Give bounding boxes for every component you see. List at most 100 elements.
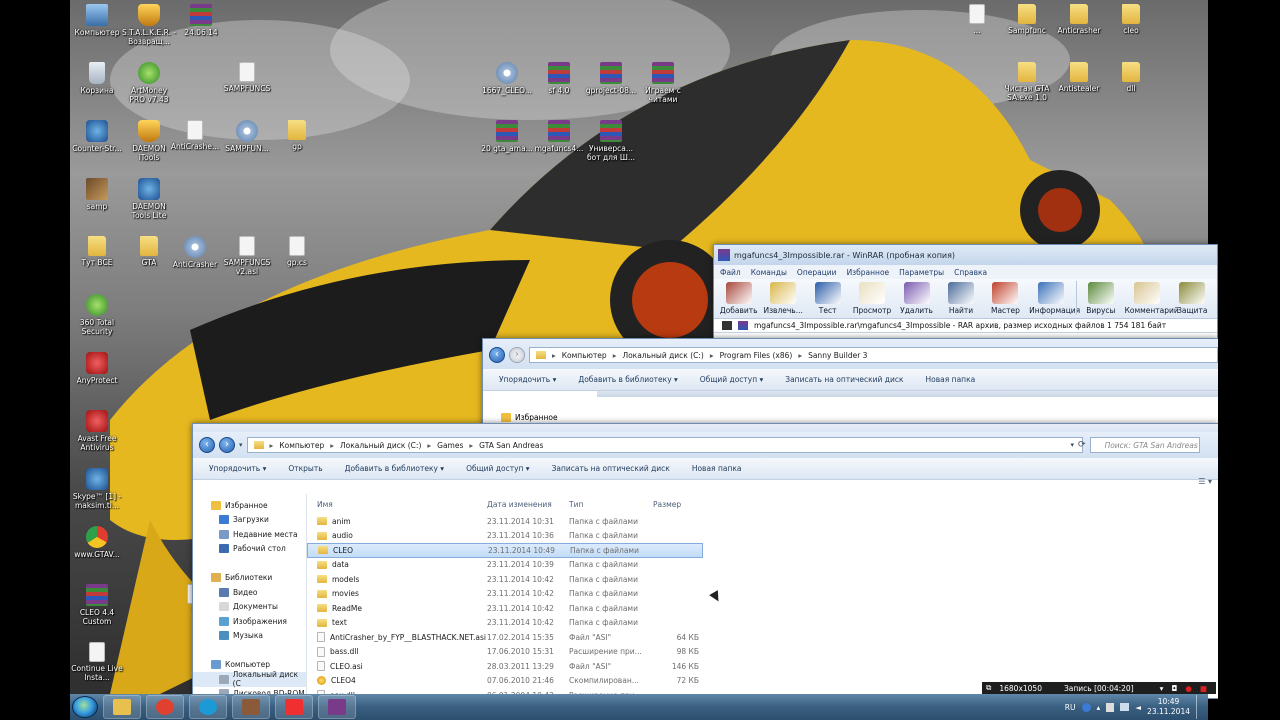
taskbar-button-winrar[interactable] xyxy=(318,695,356,719)
menu-item[interactable]: Справка xyxy=(954,268,987,277)
taskbar-button-explorer[interactable] xyxy=(103,695,141,719)
desktop-icon[interactable]: SAMPFUNCS xyxy=(220,62,274,93)
toolbar-button[interactable]: Вирусы xyxy=(1080,282,1121,315)
breadcrumb-item[interactable]: GTA San Andreas xyxy=(479,441,543,450)
menu-item[interactable]: Команды xyxy=(751,268,787,277)
desktop-icon[interactable]: CLEO 4.4 Custom xyxy=(70,584,124,626)
nav-item[interactable]: Локальный диск (С xyxy=(193,670,306,688)
desktop-icon[interactable]: samp xyxy=(70,178,124,211)
taskbar-button-yandex[interactable] xyxy=(275,695,313,719)
desktop-icon[interactable]: 1667_CLEO... xyxy=(480,62,534,95)
desktop-icon[interactable]: ArtMoney PRO v7.43 xyxy=(122,62,176,104)
camera-icon[interactable]: ◘ xyxy=(1171,684,1177,693)
breadcrumb-separator[interactable]: ▸ xyxy=(469,441,473,450)
command-button[interactable]: Новая папка xyxy=(692,464,742,473)
search-input[interactable]: Поиск: GTA San Andreas xyxy=(1089,437,1200,453)
command-button[interactable]: Новая папка xyxy=(926,375,976,384)
winrar-window[interactable]: mgafuncs4_3Impossible.rar - WinRAR (проб… xyxy=(713,244,1218,340)
command-button[interactable]: Добавить в библиотеку ▾ xyxy=(345,464,444,473)
table-row[interactable]: bass.dll 17.06.2010 15:31 Расширение при..… xyxy=(307,645,1218,660)
command-button[interactable]: Записать на оптический диск xyxy=(552,464,670,473)
column-header[interactable]: Тип xyxy=(569,500,651,509)
taskbar-button-skype[interactable] xyxy=(189,695,227,719)
toolbar-button[interactable]: Тест xyxy=(807,282,848,315)
address-dropdown-icon[interactable]: ▾ xyxy=(1071,441,1075,449)
desktop-icon[interactable]: Antistealer xyxy=(1052,62,1106,93)
desktop-icon[interactable]: Anticrasher xyxy=(1052,4,1106,35)
table-row[interactable]: anim 23.11.2014 10:31 Папка с файлами xyxy=(307,514,1218,529)
explorer-titlebar[interactable] xyxy=(193,424,1218,432)
breadcrumb-separator[interactable]: ▸ xyxy=(710,351,714,360)
volume-icon[interactable]: ◄ xyxy=(1135,703,1141,712)
command-button[interactable]: Общий доступ ▾ xyxy=(466,464,529,473)
breadcrumb-separator[interactable]: ▸ xyxy=(798,351,802,360)
toolbar-button[interactable]: Извлечь... xyxy=(762,282,803,315)
breadcrumb-separator[interactable]: ▸ xyxy=(427,441,431,450)
desktop-icon[interactable]: Тут ВСЕ xyxy=(70,236,124,267)
desktop-icon[interactable]: Чистая GTA SA.exe 1.0 xyxy=(1000,62,1054,102)
winrar-titlebar[interactable]: mgafuncs4_3Impossible.rar - WinRAR (проб… xyxy=(714,245,1217,265)
back-button[interactable]: ‹ xyxy=(489,347,505,363)
toolbar-button[interactable]: Добавить xyxy=(718,282,759,315)
table-row[interactable]: AntiCrasher_by_FYP__BLASTHACK.NET.asi 17.… xyxy=(307,630,1218,645)
desktop-icon[interactable]: Корзина xyxy=(70,62,124,95)
desktop-icon[interactable]: gp xyxy=(270,120,324,151)
column-header[interactable]: Дата изменения xyxy=(487,500,569,509)
desktop-icon[interactable]: 360 Total Security xyxy=(70,294,124,336)
record-icon[interactable]: ● xyxy=(1185,684,1192,693)
menu-item[interactable]: Параметры xyxy=(899,268,944,277)
nav-item[interactable]: Изображения xyxy=(193,614,306,629)
nav-item[interactable]: Загрузки xyxy=(193,513,306,528)
help-icon[interactable] xyxy=(1081,702,1091,712)
toolbar-button[interactable]: Защита xyxy=(1172,282,1213,315)
toolbar-button[interactable]: Найти xyxy=(940,282,981,315)
desktop-icon[interactable]: cleo xyxy=(1104,4,1158,35)
tray-expand-icon[interactable]: ▴ xyxy=(1097,703,1101,712)
breadcrumb-separator[interactable]: ▸ xyxy=(613,351,617,360)
view-options-icon[interactable]: ☰ ▾ xyxy=(1198,477,1212,486)
breadcrumb-item[interactable]: Локальный диск (C:) xyxy=(340,441,421,450)
command-button[interactable]: Записать на оптический диск xyxy=(785,375,903,384)
table-row[interactable]: data 23.11.2014 10:39 Папка с файлами xyxy=(307,558,1218,573)
command-button[interactable]: Упорядочить ▾ xyxy=(499,375,556,384)
forward-button[interactable]: › xyxy=(219,437,235,453)
desktop-icon[interactable]: AntiCrashe... xyxy=(168,120,222,151)
command-button[interactable]: Упорядочить ▾ xyxy=(209,464,266,473)
menu-item[interactable]: Операции xyxy=(797,268,837,277)
table-row[interactable]: models 23.11.2014 10:42 Папка с файлами xyxy=(307,572,1218,587)
explorer-window[interactable]: ‹ › ▾ ▸ Компьютер ▸ Локальный диск (C:) ▸ Gam… xyxy=(192,423,1218,699)
column-header[interactable]: Имя xyxy=(307,500,487,509)
language-indicator[interactable]: RU xyxy=(1065,703,1076,712)
breadcrumb-separator[interactable]: ▸ xyxy=(552,351,556,360)
desktop-icon[interactable]: AnyProtect xyxy=(70,352,124,385)
menu-item[interactable]: Избранное xyxy=(847,268,890,277)
desktop-icon[interactable]: Skype™ [1] - maksim.ti... xyxy=(70,468,124,510)
desktop-icon[interactable]: dll xyxy=(1104,62,1158,93)
nav-item[interactable]: Музыка xyxy=(193,629,306,644)
start-button[interactable] xyxy=(72,696,98,718)
breadcrumb-item[interactable]: Sanny Builder 3 xyxy=(808,351,867,360)
table-row[interactable]: ReadMe 23.11.2014 10:42 Папка с файлами xyxy=(307,601,1218,616)
desktop-icon[interactable]: mgafuncs4... xyxy=(532,120,586,153)
table-row[interactable]: CLEO 23.11.2014 10:49 Папка с файлами xyxy=(307,543,703,558)
back-button[interactable]: ‹ xyxy=(199,437,215,453)
desktop-icon[interactable]: gp.cs xyxy=(270,236,324,267)
desktop-icon[interactable]: DAEMON Tools Lite xyxy=(122,178,176,220)
dropdown-icon[interactable]: ▾ xyxy=(1160,684,1164,693)
show-desktop-button[interactable] xyxy=(1196,695,1204,719)
desktop-icon[interactable]: Continue Live Insta... xyxy=(70,642,124,682)
refresh-icon[interactable]: ⟳ xyxy=(1078,440,1086,450)
breadcrumb-separator[interactable]: ▸ xyxy=(270,441,274,450)
table-row[interactable]: CLEO.asi 28.03.2011 13:29 Файл "ASI" 146 КБ xyxy=(307,659,1218,674)
network-icon[interactable] xyxy=(1120,703,1130,711)
winrar-path-bar[interactable]: mgafuncs4_3Impossible.rar\mgafuncs4_3Imp… xyxy=(714,319,1217,333)
taskbar-button-chrome[interactable] xyxy=(146,695,184,719)
desktop-icon[interactable]: SAMPFUNCS v2.asi xyxy=(220,236,274,276)
desktop-icon[interactable]: Avast Free Antivirus xyxy=(70,410,124,452)
breadcrumb-item[interactable]: Компьютер xyxy=(279,441,324,450)
desktop-icon[interactable]: 24.06.14 xyxy=(174,4,228,37)
desktop-icon[interactable]: Sampfunc xyxy=(1000,4,1054,35)
desktop-icon[interactable]: 20 gta_ama... xyxy=(480,120,534,153)
breadcrumb-separator[interactable]: ▸ xyxy=(330,441,334,450)
flag-icon[interactable] xyxy=(1106,702,1115,712)
